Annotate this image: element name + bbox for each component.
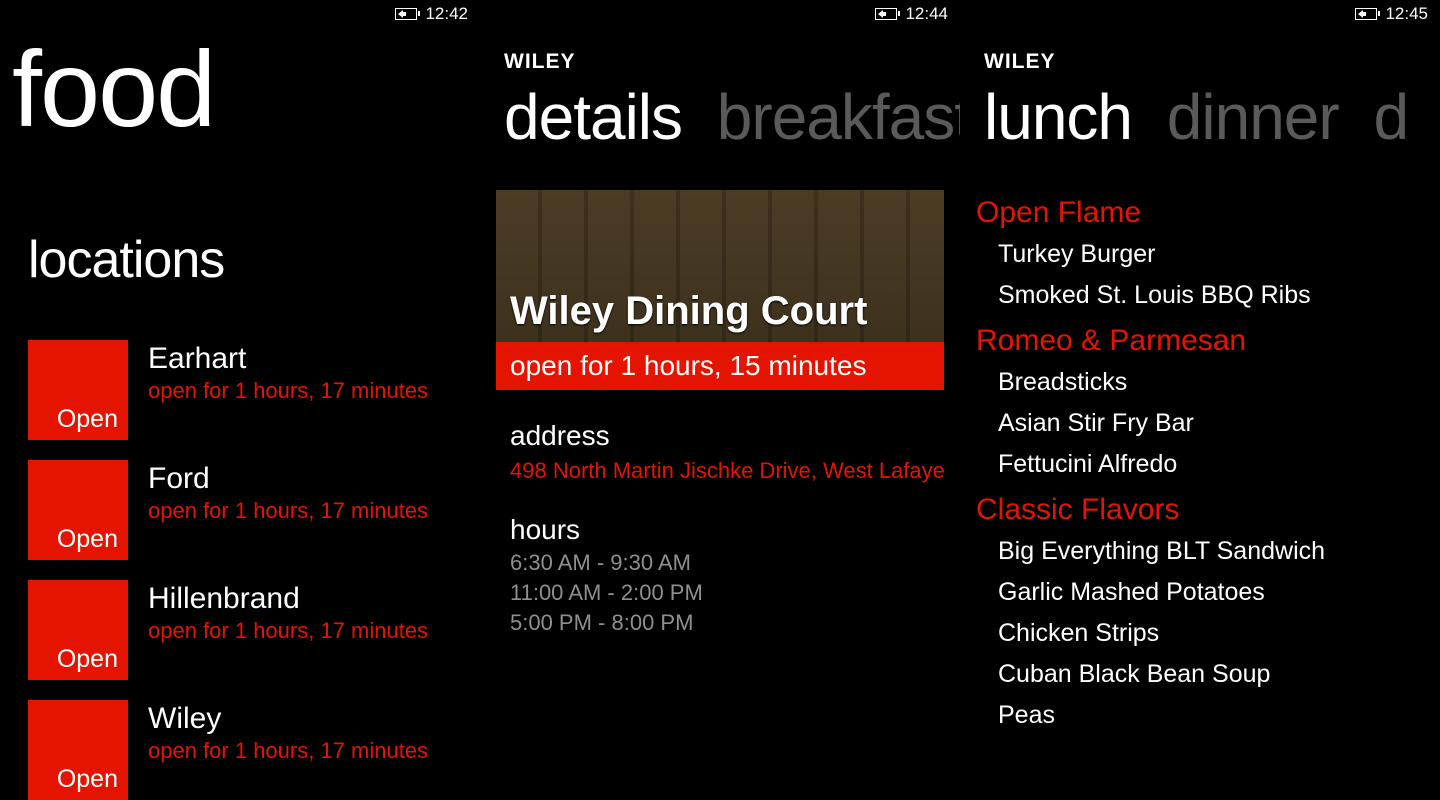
hours-line: 6:30 AM - 9:30 AM bbox=[510, 550, 944, 576]
status-tile-label: Open bbox=[57, 525, 118, 554]
clock: 12:44 bbox=[905, 4, 948, 24]
pivot-active[interactable]: lunch bbox=[984, 81, 1132, 153]
location-status: open for 1 hours, 17 minutes bbox=[148, 378, 428, 404]
list-item[interactable]: Open Hillenbrand open for 1 hours, 17 mi… bbox=[28, 580, 460, 680]
status-tile-label: Open bbox=[57, 405, 118, 434]
menu-station: Classic Flavors bbox=[976, 493, 1424, 527]
hours-line: 5:00 PM - 8:00 PM bbox=[510, 610, 944, 636]
pivot-next[interactable]: breakfast bbox=[717, 81, 960, 153]
battery-icon bbox=[395, 8, 417, 20]
location-list: Open Earhart open for 1 hours, 17 minute… bbox=[28, 340, 460, 800]
clock: 12:42 bbox=[425, 4, 468, 24]
battery-icon bbox=[875, 8, 897, 20]
hero-card[interactable]: Wiley Dining Court open for 1 hours, 15 … bbox=[496, 190, 944, 390]
address-text[interactable]: 498 North Martin Jischke Drive, West Laf… bbox=[510, 458, 944, 484]
menu-station: Romeo & Parmesan bbox=[976, 324, 1424, 358]
pivot-headers[interactable]: details breakfast bbox=[504, 80, 960, 154]
hero-status: open for 1 hours, 15 minutes bbox=[496, 342, 944, 390]
pivot-next2[interactable]: d bbox=[1373, 81, 1408, 153]
menu-station: Open Flame bbox=[976, 196, 1424, 230]
location-status: open for 1 hours, 17 minutes bbox=[148, 498, 428, 524]
status-tile-label: Open bbox=[57, 645, 118, 674]
menu-item[interactable]: Cuban Black Bean Soup bbox=[998, 654, 1424, 695]
location-name: Earhart bbox=[148, 340, 428, 374]
status-bar: 12:44 bbox=[875, 4, 948, 24]
address-label: address bbox=[510, 420, 944, 452]
screen-locations: 12:42 food locations Open Earhart open f… bbox=[0, 0, 480, 800]
location-status: open for 1 hours, 17 minutes bbox=[148, 618, 428, 644]
screens-row: 12:42 food locations Open Earhart open f… bbox=[0, 0, 1440, 800]
status-tile: Open bbox=[28, 580, 128, 680]
hero-title: Wiley Dining Court bbox=[510, 289, 867, 334]
menu-item[interactable]: Big Everything BLT Sandwich bbox=[998, 531, 1424, 572]
location-name: Wiley bbox=[148, 700, 428, 734]
hours-label: hours bbox=[510, 514, 944, 546]
status-tile: Open bbox=[28, 700, 128, 800]
menu-item[interactable]: Garlic Mashed Potatoes bbox=[998, 572, 1424, 613]
status-tile-label: Open bbox=[57, 765, 118, 794]
screen-details: 12:44 WILEY details breakfast Wiley Dini… bbox=[480, 0, 960, 800]
location-name: Ford bbox=[148, 460, 428, 494]
app-name: WILEY bbox=[984, 50, 1056, 74]
menu-item[interactable]: Breadsticks bbox=[998, 362, 1424, 403]
list-item[interactable]: Open Ford open for 1 hours, 17 minutes bbox=[28, 460, 460, 560]
clock: 12:45 bbox=[1385, 4, 1428, 24]
battery-icon bbox=[1355, 8, 1377, 20]
menu-item[interactable]: Asian Stir Fry Bar bbox=[998, 403, 1424, 444]
details-content: Wiley Dining Court open for 1 hours, 15 … bbox=[496, 190, 944, 800]
app-name: WILEY bbox=[504, 50, 576, 74]
menu-item[interactable]: Fettucini Alfredo bbox=[998, 444, 1424, 485]
menu-content: Open Flame Turkey Burger Smoked St. Loui… bbox=[976, 190, 1424, 800]
menu-item[interactable]: Turkey Burger bbox=[998, 234, 1424, 275]
pivot-headers[interactable]: lunch dinner d bbox=[984, 80, 1408, 154]
pivot-active[interactable]: details bbox=[504, 81, 682, 153]
menu-item[interactable]: Smoked St. Louis BBQ Ribs bbox=[998, 275, 1424, 316]
hub-section-title: locations bbox=[28, 230, 224, 290]
status-tile: Open bbox=[28, 340, 128, 440]
list-item[interactable]: Open Wiley open for 1 hours, 17 minutes bbox=[28, 700, 460, 800]
menu-item[interactable]: Chicken Strips bbox=[998, 613, 1424, 654]
status-bar: 12:45 bbox=[1355, 4, 1428, 24]
location-status: open for 1 hours, 17 minutes bbox=[148, 738, 428, 764]
hours-line: 11:00 AM - 2:00 PM bbox=[510, 580, 944, 606]
location-name: Hillenbrand bbox=[148, 580, 428, 614]
pivot-next[interactable]: dinner bbox=[1167, 81, 1339, 153]
list-item[interactable]: Open Earhart open for 1 hours, 17 minute… bbox=[28, 340, 460, 440]
status-bar: 12:42 bbox=[395, 4, 468, 24]
hub-title: food bbox=[12, 30, 214, 149]
status-tile: Open bbox=[28, 460, 128, 560]
menu-item[interactable]: Peas bbox=[998, 695, 1424, 736]
screen-menu: 12:45 WILEY lunch dinner d Open Flame Tu… bbox=[960, 0, 1440, 800]
